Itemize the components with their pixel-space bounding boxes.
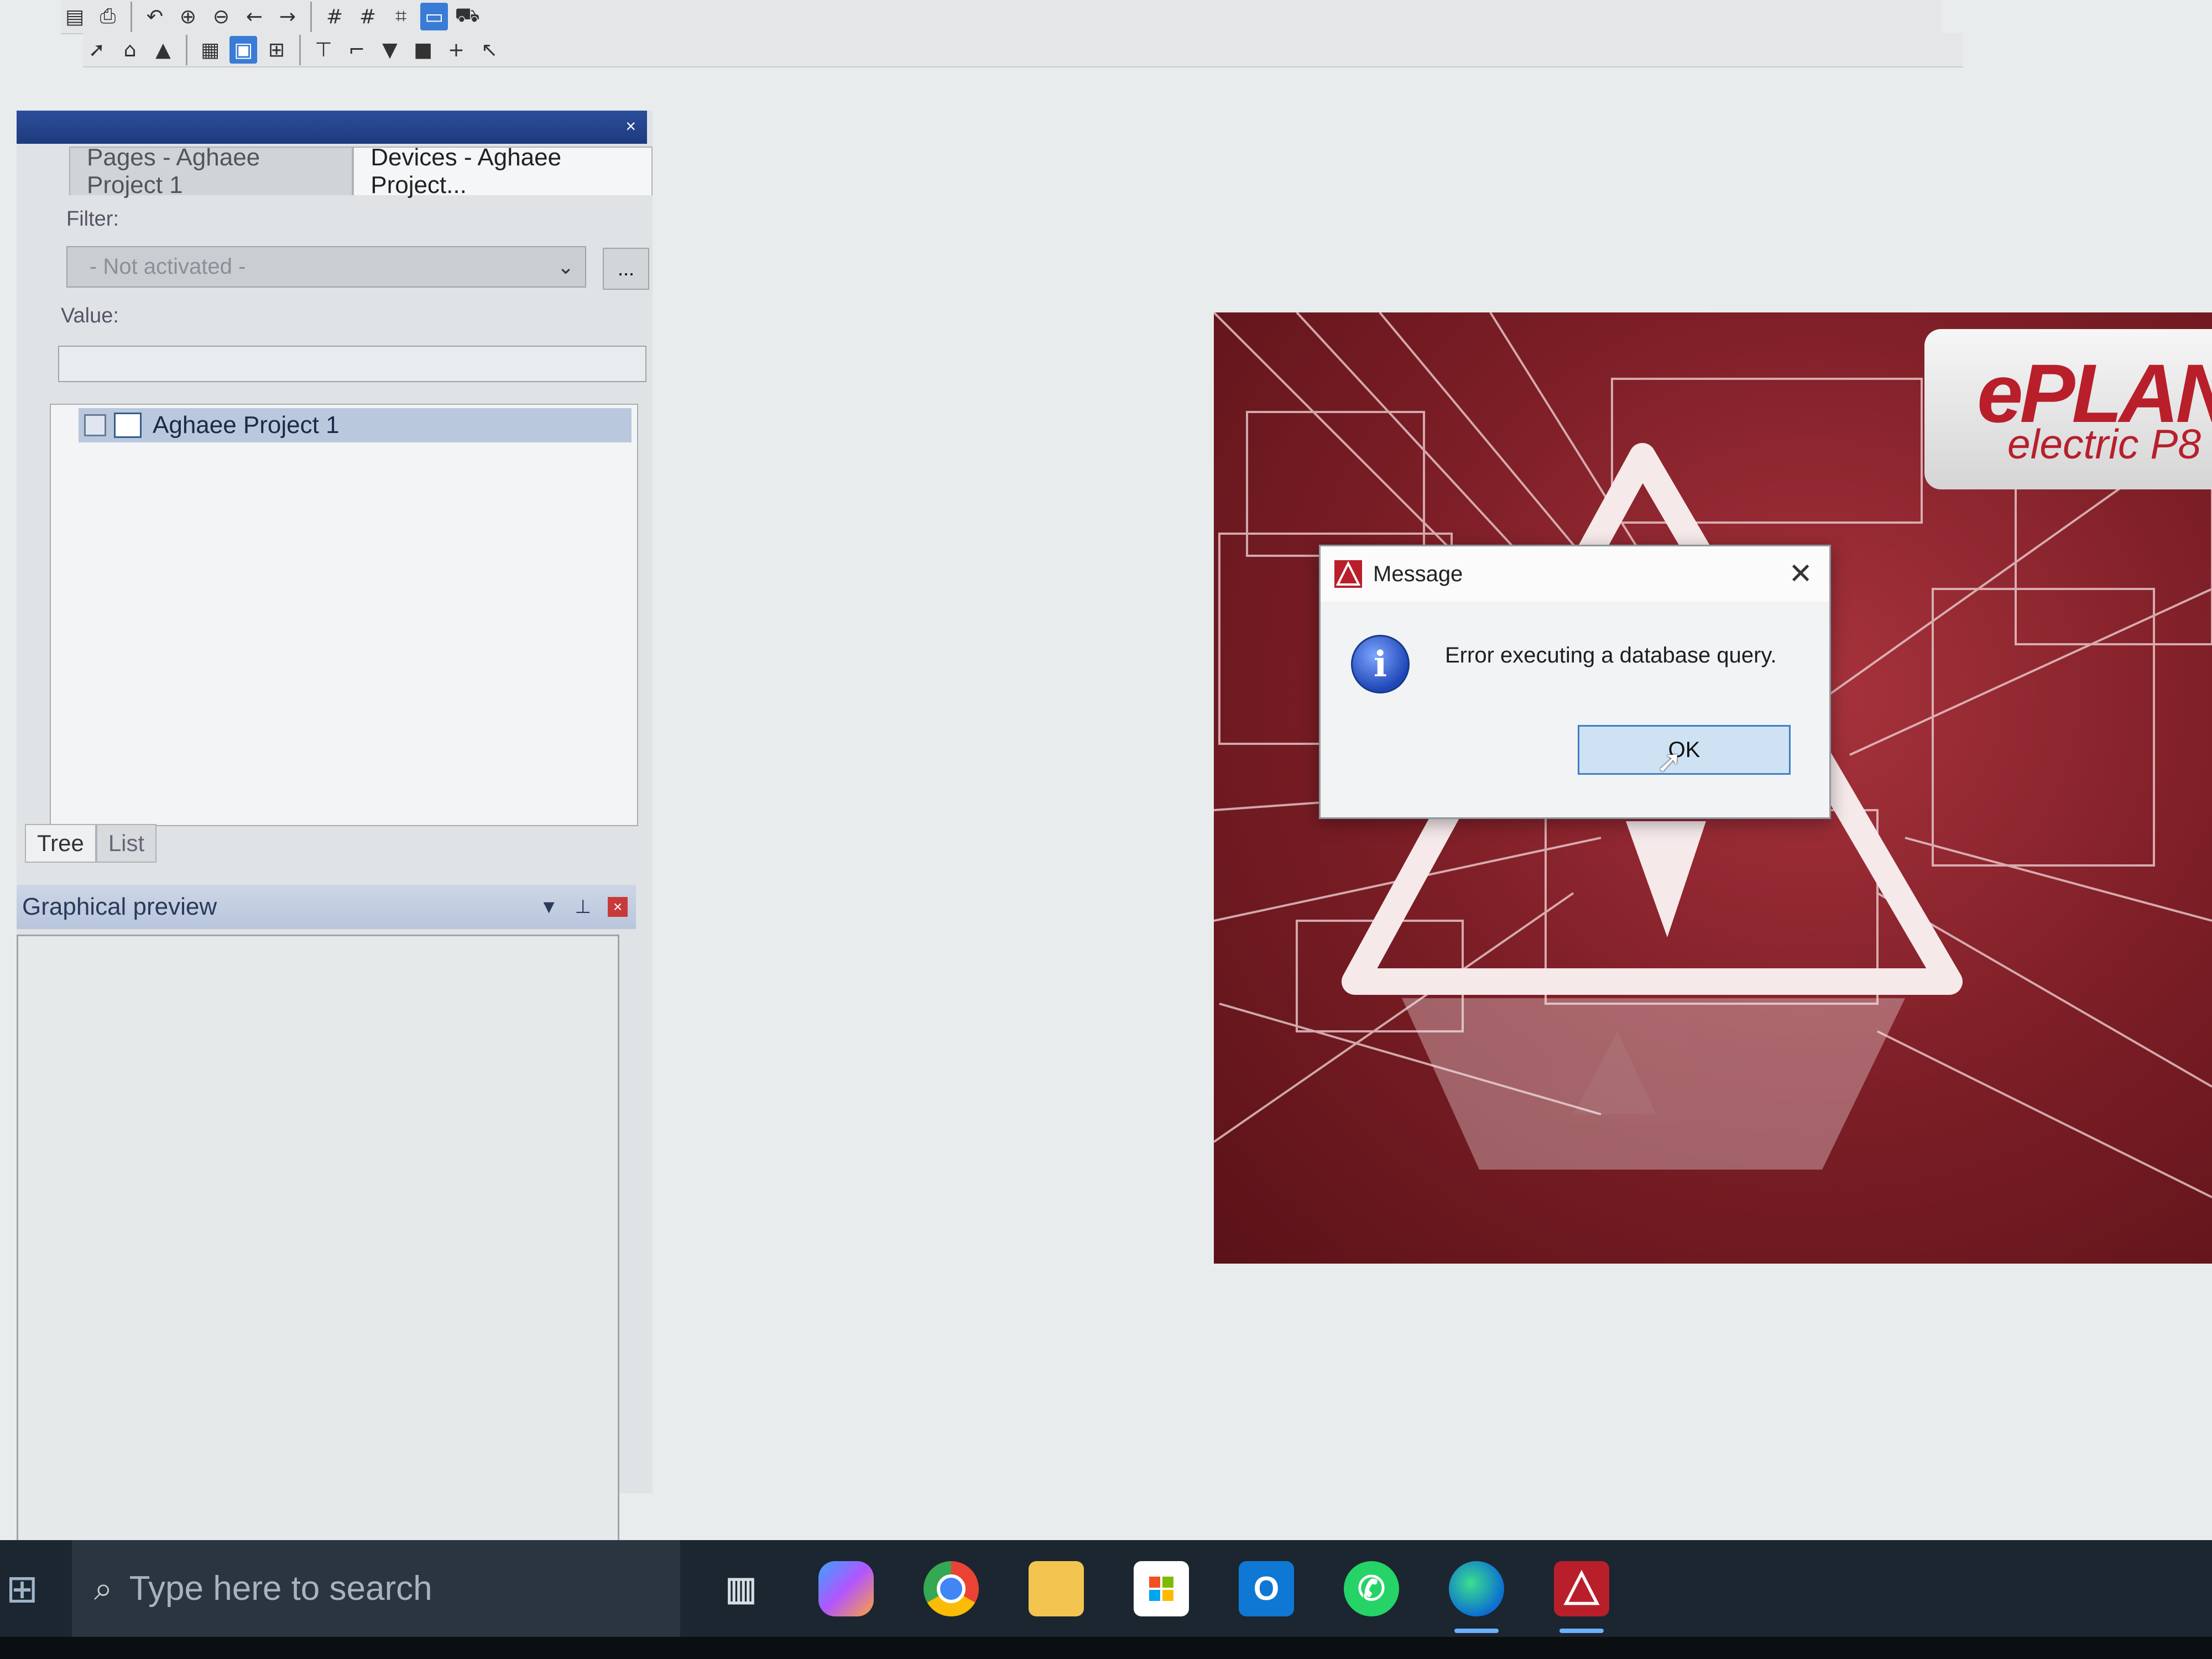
preview-title: Graphical preview [22,893,217,920]
monitor-bezel [0,1637,2212,1659]
preview-controls: ▼ ⊥ × [540,896,628,918]
taskbar-apps: ▥ O ✆ [713,1540,1609,1637]
filter-label: Filter: [66,207,119,231]
component-icon[interactable]: ⌂ [116,36,144,64]
close-icon[interactable]: × [608,897,628,917]
expand-icon[interactable] [84,414,106,436]
panel-title-bar: × [17,111,647,144]
tab-tree[interactable]: Tree [25,824,96,863]
view-tabs: Tree List [25,824,157,863]
tree-item-project[interactable]: Aghaee Project 1 [79,408,632,442]
graphical-preview-area [17,935,619,1543]
filter-select-value: - Not activated - [90,254,246,279]
connection-icon[interactable]: ⊤ [310,36,337,64]
eplan-logo: ePLAN electric P8 [1924,329,2212,489]
filter-select[interactable]: - Not activated - ⌄ [66,246,586,288]
box-icon[interactable]: ■ [409,36,437,64]
taskbar-search-box[interactable]: ⌕ Type here to search [72,1540,680,1637]
windows-start-icon[interactable]: ⊞ [0,1566,44,1611]
project-icon [114,413,142,438]
page-navigator-panel: × Pages - Aghaee Project 1 Devices - Agh… [17,111,653,1543]
triangle-icon[interactable]: ▲ [149,36,177,64]
filter-more-button[interactable]: ... [603,248,649,290]
save-icon[interactable]: ▤ [61,3,88,30]
close-icon[interactable]: ✕ [1788,557,1813,591]
window-macro-icon[interactable]: ▣ [229,36,257,64]
chevron-down-icon: ⌄ [557,255,574,278]
search-icon: ⌕ [94,1569,113,1608]
insert-icon[interactable]: ▦ [196,36,224,64]
info-icon: i [1351,635,1410,693]
value-input[interactable] [58,346,646,382]
windows-taskbar: ⊞ ⌕ Type here to search ▥ O ✆ [0,1540,2212,1637]
toolbar-separator [186,34,187,65]
cart-icon[interactable]: ⛟ [453,3,481,30]
dropdown-arrow-icon[interactable]: ▼ [540,896,559,918]
task-view-icon[interactable]: ▥ [713,1561,769,1616]
file-explorer-icon[interactable] [1029,1561,1084,1616]
plus-icon[interactable]: + [442,36,470,64]
desktop-screen: ▤ ⎙ ↶ ⊕ ⊖ ← → # # ⌗ ▭ ⛟ ➚ ⌂ ▲ ▦ ▣ ⊞ ⊤ ⌐ … [0,0,2212,1543]
project-tree: Aghaee Project 1 [50,404,638,826]
copilot-icon[interactable] [818,1561,874,1616]
dialog-title-bar: Message ✕ [1321,546,1829,602]
message-dialog: Message ✕ i Error executing a database q… [1319,545,1831,819]
zoom-out-icon[interactable]: ⊖ [207,3,235,30]
pin-icon[interactable]: ⊥ [575,896,591,918]
tab-devices[interactable]: Devices - Aghaee Project... [353,144,653,199]
whatsapp-icon[interactable]: ✆ [1344,1561,1399,1616]
view-mode-icon[interactable]: ▭ [420,3,448,30]
forward-arrow-icon[interactable]: → [274,3,301,30]
eplan-app-icon [1334,560,1362,588]
pointer-icon[interactable]: ↖ [476,36,503,64]
edge-icon[interactable] [1449,1561,1504,1633]
toolbar-separator [131,1,132,32]
zoom-in-icon[interactable]: ⊕ [174,3,202,30]
value-label: Value: [61,304,119,327]
close-icon[interactable]: × [625,116,636,137]
outlook-icon[interactable]: O [1239,1561,1294,1616]
select-arrow-icon[interactable]: ➚ [83,36,111,64]
navigator-tabs: Pages - Aghaee Project 1 Devices - Aghae… [69,144,653,199]
print-icon[interactable]: ⎙ [94,3,122,30]
toolbar-row-1: ▤ ⎙ ↶ ⊕ ⊖ ← → # # ⌗ ▭ ⛟ [61,0,1941,34]
logo-sub-text: electric P8 [2007,421,2201,467]
tab-pages[interactable]: Pages - Aghaee Project 1 [69,144,353,199]
tree-item-label: Aghaee Project 1 [153,411,340,439]
snap-icon[interactable]: ⌗ [387,3,415,30]
chrome-icon[interactable] [924,1561,979,1616]
undo-icon[interactable]: ↶ [141,3,169,30]
dialog-title: Message [1373,561,1463,586]
toolbar-separator [299,34,301,65]
terminal-icon[interactable]: ⊞ [263,36,290,64]
back-arrow-icon[interactable]: ← [241,3,268,30]
toolbar-separator [310,1,312,32]
tab-list[interactable]: List [96,824,157,863]
filter-icon[interactable]: ▼ [376,36,404,64]
microsoft-store-icon[interactable] [1134,1561,1189,1616]
mouse-cursor-icon: ➚ [1656,744,1682,780]
corner-icon[interactable]: ⌐ [343,36,371,64]
eplan-taskbar-icon[interactable] [1554,1561,1609,1633]
grid-icon[interactable]: # [354,3,382,30]
search-placeholder: Type here to search [129,1569,432,1608]
dialog-message: Error executing a database query. [1445,643,1777,667]
grid-icon[interactable]: # [321,3,348,30]
graphical-preview-header: Graphical preview ▼ ⊥ × [17,885,636,929]
ok-button[interactable]: OK [1578,725,1791,775]
toolbar-row-2: ➚ ⌂ ▲ ▦ ▣ ⊞ ⊤ ⌐ ▼ ■ + ↖ [83,33,1963,67]
